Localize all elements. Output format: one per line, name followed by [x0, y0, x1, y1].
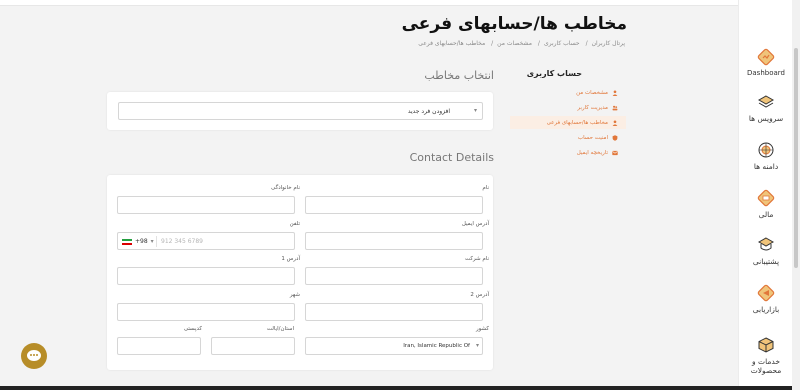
state-field[interactable] — [211, 337, 295, 355]
sidebar-item-support[interactable]: پشتیبانی — [739, 236, 793, 266]
city-field[interactable] — [117, 303, 295, 321]
chevron-down-icon: ▾ — [473, 107, 477, 114]
scrollbar-thumb[interactable] — [794, 48, 798, 268]
sidebar-item-services[interactable]: سرویس ها — [739, 93, 793, 123]
dashboard-icon — [757, 48, 775, 66]
first-name-label: نام — [482, 185, 489, 191]
globe-icon — [758, 142, 774, 158]
contact-select[interactable]: افزودن فرد جدید ▾ — [118, 102, 483, 120]
account-menu-label: امنیت حساب — [577, 134, 608, 141]
account-menu-security[interactable]: امنیت حساب — [510, 131, 626, 144]
taskbar — [0, 386, 792, 390]
address2-label: آدرس 2 — [470, 292, 489, 298]
users-icon — [612, 105, 618, 110]
contact-details-title: Contact Details — [409, 151, 494, 164]
sidebar-item-marketing[interactable]: بازاریابی — [739, 284, 793, 314]
shield-icon — [612, 134, 618, 141]
phone-field[interactable]: +98 ▾ 912 345 6789 — [117, 232, 295, 250]
address2-field[interactable] — [305, 303, 483, 321]
sidebar-item-label: سرویس ها — [748, 114, 784, 123]
sidebar-item-label: پشتیبانی — [752, 257, 780, 266]
chevron-down-icon: ▾ — [475, 342, 479, 349]
postcode-label: کدپستی — [183, 326, 202, 332]
account-menu-user-management[interactable]: مدیریت کاربر — [510, 101, 626, 114]
account-menu-label: مدیریت کاربر — [577, 104, 608, 111]
account-menu-label: مشخصات من — [576, 89, 608, 96]
phone-country-selector[interactable]: +98 ▾ — [122, 238, 154, 245]
phone-code: +98 — [135, 238, 148, 245]
sidebar-item-label: مالی — [758, 210, 774, 219]
email-field[interactable] — [305, 232, 483, 250]
sidebar-item-label: Dashboard — [747, 69, 785, 77]
select-contact-title: انتخاب مخاطب — [424, 69, 494, 82]
email-label: آدرس ایمیل — [461, 221, 489, 227]
breadcrumb: پرتال کاربران/ حساب کاربری/ مشخصات من/ م… — [418, 40, 625, 47]
country-select[interactable]: Iran, Islamic Republic Of ▾ — [305, 337, 483, 355]
company-field[interactable] — [305, 267, 483, 285]
support-icon — [757, 237, 775, 251]
account-menu-label: مخاطب ها/حسابهای فرعی — [546, 119, 608, 126]
main-content: مخاطب ها/حسابهای فرعی پرتال کاربران/ حسا… — [0, 0, 738, 390]
postcode-field[interactable] — [117, 337, 201, 355]
account-menu-email-history[interactable]: تاریخچه ایمیل — [510, 146, 626, 159]
state-label: استان/ایالت — [266, 326, 294, 332]
sidebar-item-dashboard[interactable]: Dashboard — [739, 48, 793, 77]
sidebar-item-billing[interactable]: مالی — [739, 189, 793, 219]
layers-icon — [757, 95, 775, 108]
last-name-label: نام خانوادگی — [271, 185, 300, 191]
first-name-field[interactable] — [305, 196, 483, 214]
main-sidebar: Dashboard سرویس ها دامنه ها مالی پشتیبان… — [738, 0, 792, 390]
chevron-down-icon: ▾ — [150, 238, 154, 245]
sidebar-item-label: دامنه ها — [753, 162, 779, 171]
page-title: مخاطب ها/حسابهای فرعی — [401, 14, 627, 34]
breadcrumb-item[interactable]: پرتال کاربران — [592, 40, 625, 47]
sidebar-item-products[interactable]: خدمات و محصولات — [739, 336, 793, 375]
address1-label: آدرس 1 — [281, 256, 300, 262]
breadcrumb-item[interactable]: مشخصات من — [497, 40, 532, 47]
sidebar-item-domains[interactable]: دامنه ها — [739, 141, 793, 171]
marketing-icon — [757, 284, 775, 302]
country-value: Iran, Islamic Republic Of — [403, 343, 470, 349]
address1-field[interactable] — [117, 267, 295, 285]
breadcrumb-item: مخاطب ها/حسابهای فرعی — [418, 40, 486, 47]
company-label: نام شرکت — [464, 256, 489, 262]
phone-label: تلفن — [289, 221, 300, 227]
country-label: کشور — [475, 326, 489, 332]
scrollbar[interactable] — [792, 0, 800, 390]
phone-placeholder: 912 345 6789 — [161, 238, 203, 245]
last-name-field[interactable] — [117, 196, 295, 214]
chat-icon — [27, 350, 41, 361]
sidebar-item-label: بازاریابی — [752, 305, 780, 314]
user-icon — [612, 89, 618, 96]
chat-button[interactable] — [21, 343, 47, 369]
contact-select-value: افزودن فرد جدید — [407, 108, 450, 115]
account-menu-label: تاریخچه ایمیل — [576, 149, 608, 156]
mail-icon — [612, 150, 618, 155]
iran-flag-icon — [122, 238, 132, 245]
city-label: شهر — [289, 292, 300, 298]
wallet-icon — [757, 189, 775, 207]
sidebar-item-label: خدمات و محصولات — [750, 357, 782, 375]
account-menu-title: حساب کاربری — [526, 69, 582, 78]
box-icon — [758, 337, 774, 353]
user-icon — [612, 119, 618, 126]
account-menu-profile[interactable]: مشخصات من — [510, 86, 626, 99]
account-menu-contacts[interactable]: مخاطب ها/حسابهای فرعی — [510, 116, 626, 129]
breadcrumb-item[interactable]: حساب کاربری — [544, 40, 580, 47]
